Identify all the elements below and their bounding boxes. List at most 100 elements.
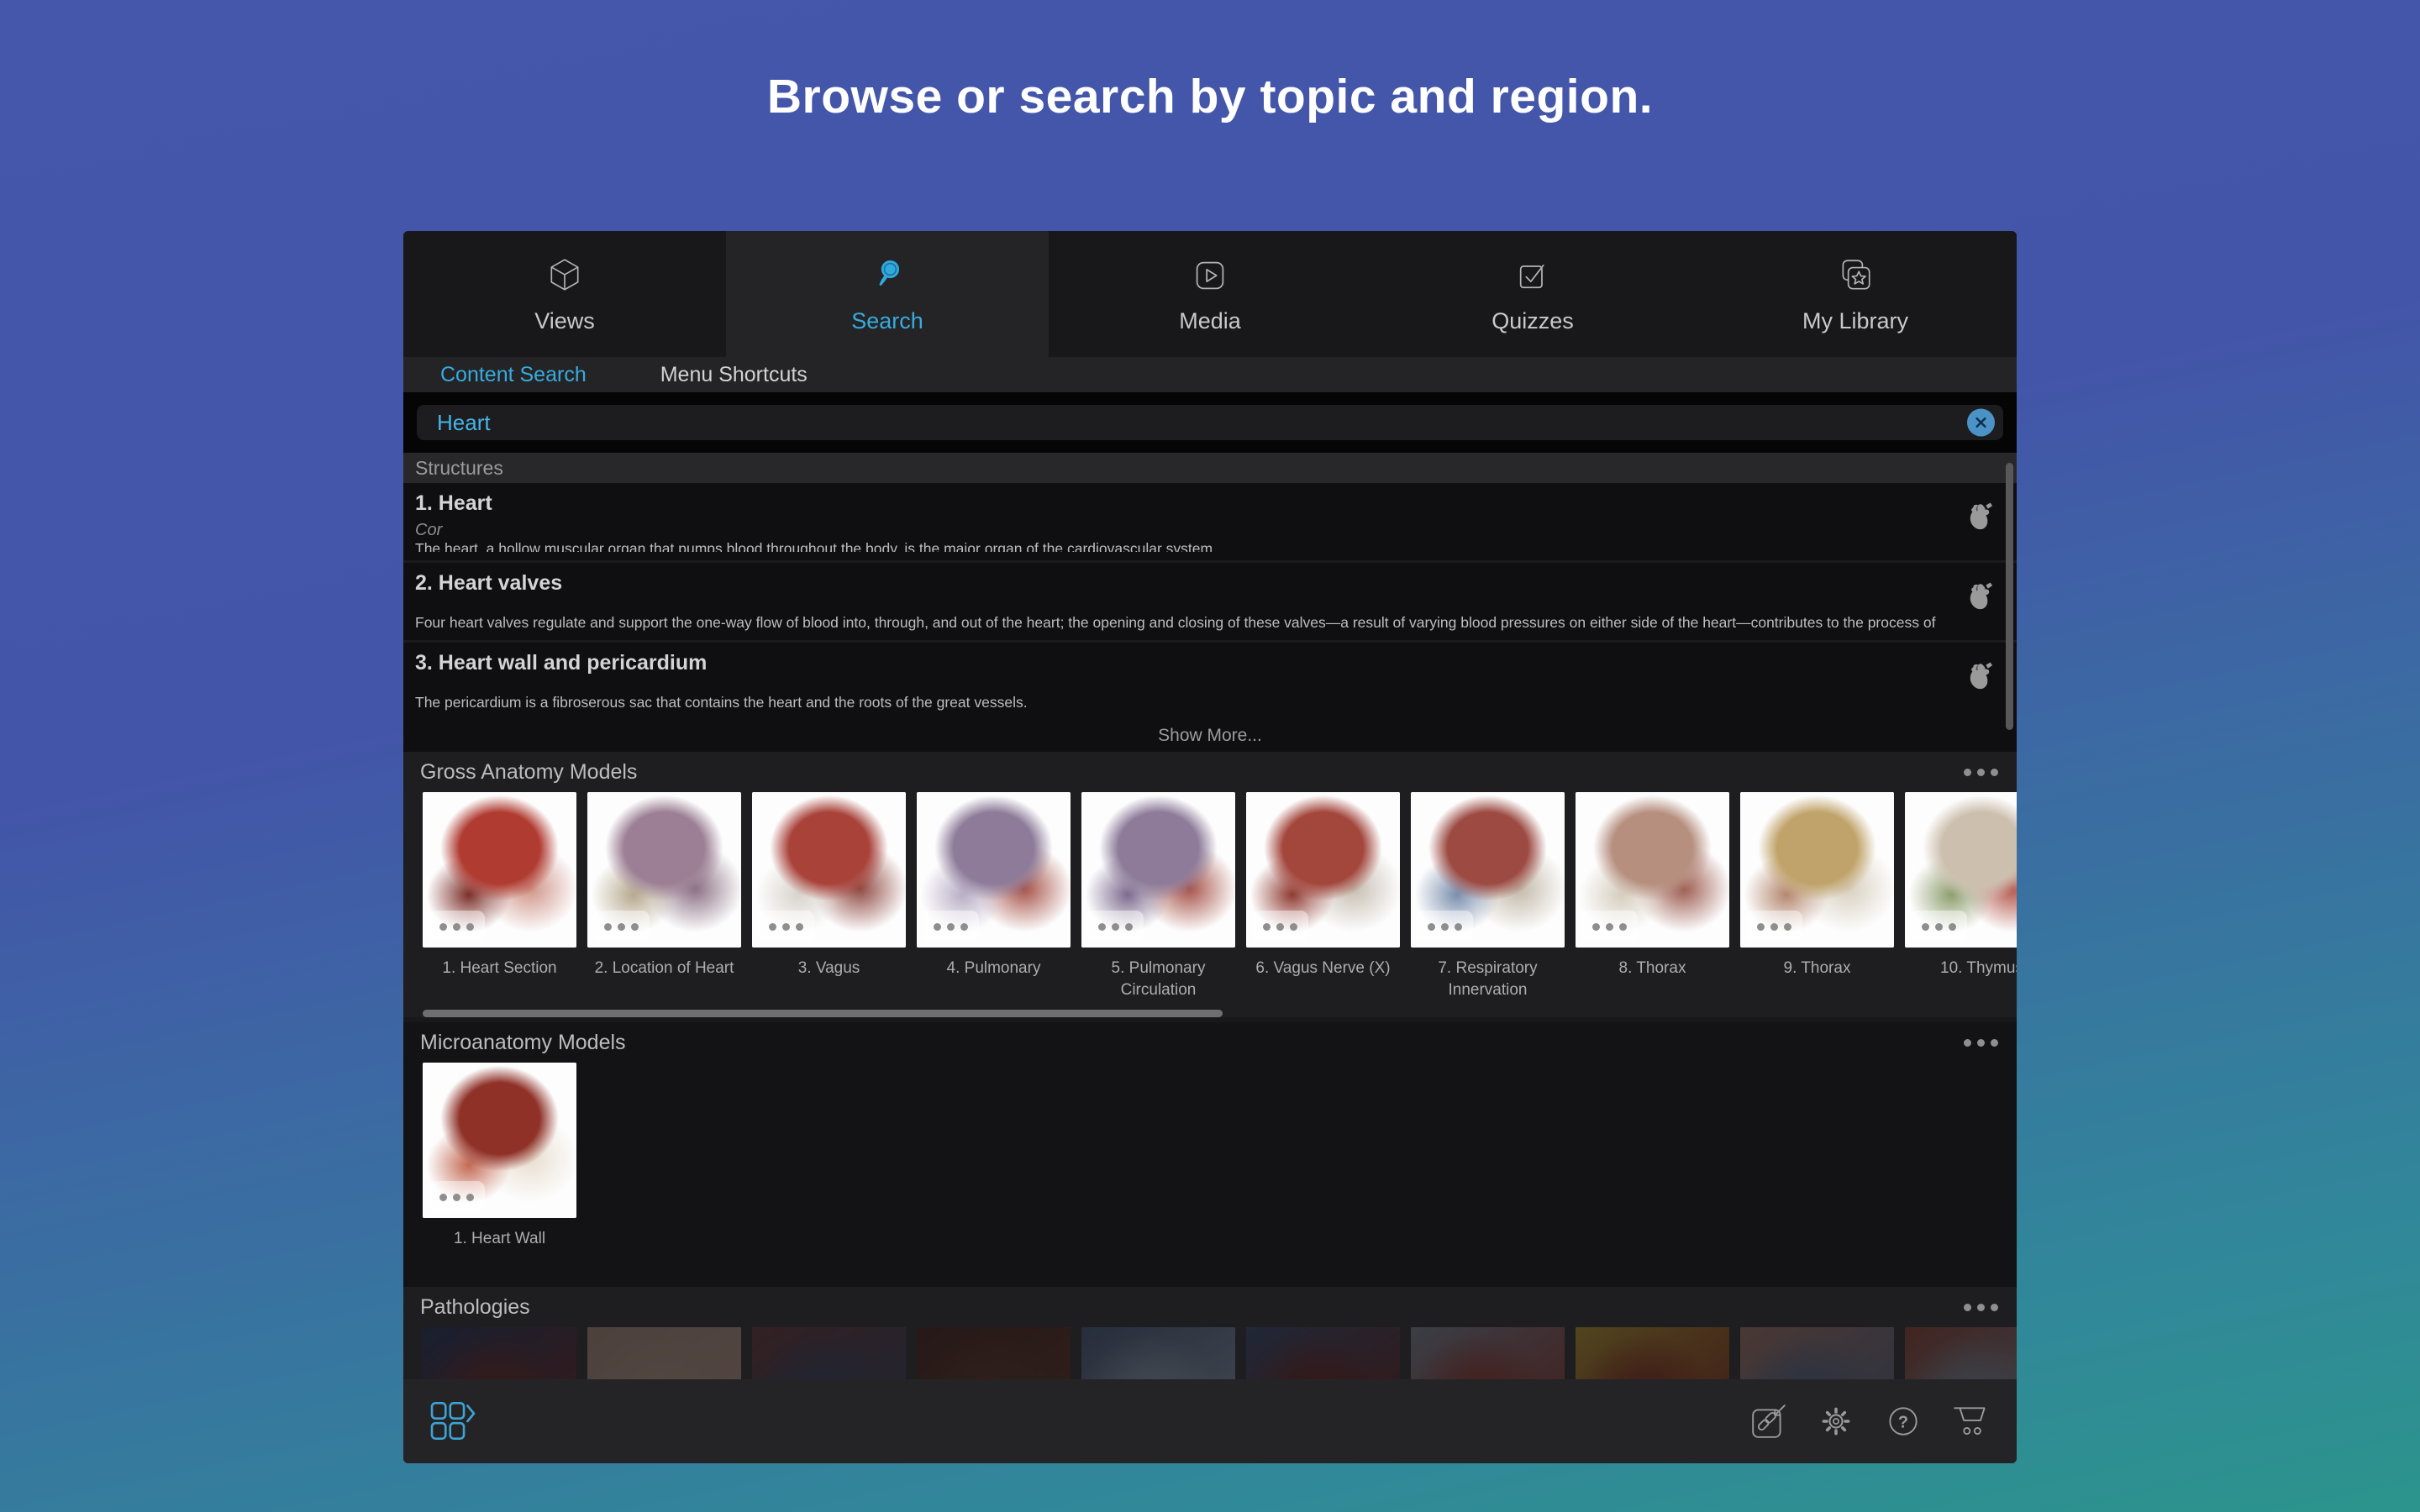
show-more-button[interactable]: Show More... [403, 720, 2017, 752]
share-link-icon[interactable] [1749, 1402, 1788, 1441]
model-thumbnail [1081, 1327, 1235, 1379]
dot-icon [1112, 923, 1119, 931]
tab-label: My Library [1802, 308, 1908, 334]
model-card[interactable]: 9. Thorax [1740, 792, 1894, 1003]
model-card[interactable] [1081, 1327, 1235, 1379]
search-query-text: Heart [437, 410, 491, 436]
microanatomy-header: Microanatomy Models [403, 1022, 2017, 1063]
model-thumbnail [1905, 1327, 2017, 1379]
card-options-chip[interactable] [1910, 911, 1967, 942]
quiz-check-icon [1514, 254, 1551, 297]
heart-organ-icon [1961, 501, 2000, 543]
model-card-label: 9. Thorax [1733, 958, 1902, 1003]
heart-organ-icon [1961, 580, 2000, 623]
dot-icon [947, 923, 955, 931]
tab-my-library[interactable]: My Library [1694, 231, 2017, 357]
structure-result-row[interactable]: 1. HeartCorThe heart, a hollow muscular … [403, 483, 2017, 560]
structures-header: Structures [403, 453, 2017, 483]
pathology-strip [403, 1327, 2017, 1379]
card-options-chip[interactable] [1416, 911, 1473, 942]
tab-search[interactable]: Search [726, 231, 1049, 357]
ellipsis-menu-icon[interactable] [1962, 1034, 2000, 1052]
model-card[interactable]: 4. Pulmonary [917, 792, 1071, 1003]
model-card[interactable] [917, 1327, 1071, 1379]
structure-title: 3. Heart wall and pericardium [415, 651, 1936, 675]
model-thumbnail [423, 1327, 576, 1379]
structure-description: The pericardium is a fibroserous sac tha… [415, 694, 1936, 711]
model-card[interactable] [1411, 1327, 1565, 1379]
model-card[interactable] [1740, 1327, 1894, 1379]
model-card[interactable] [1905, 1327, 2017, 1379]
dot-icon [1619, 923, 1627, 931]
anatomy-render [423, 1327, 576, 1379]
search-input[interactable]: Heart [417, 405, 2003, 440]
structure-result-row[interactable]: 2. Heart valvesFour heart valves regulat… [403, 563, 2017, 640]
anatomy-render [1740, 1327, 1894, 1379]
heart-organ-icon [1961, 660, 2000, 703]
card-options-chip[interactable] [1086, 911, 1144, 942]
tab-views[interactable]: Views [403, 231, 726, 357]
ellipsis-menu-icon[interactable] [1962, 1299, 2000, 1316]
dot-icon [439, 1194, 447, 1201]
card-options-chip[interactable] [1251, 911, 1308, 942]
model-card[interactable]: 10. Thymus [1905, 792, 2017, 1003]
dot-icon [453, 923, 460, 931]
tab-media[interactable]: Media [1049, 231, 1371, 357]
model-thumbnail [1905, 792, 2017, 948]
tab-menu-shortcuts[interactable]: Menu Shortcuts [660, 363, 808, 387]
dot-icon [1592, 923, 1600, 931]
model-card[interactable]: 5. Pulmonary Circulation [1081, 792, 1235, 1003]
model-card[interactable]: 2. Location of Heart [587, 792, 741, 1003]
model-card[interactable]: 3. Vagus [752, 792, 906, 1003]
structure-title: 1. Heart [415, 491, 1936, 516]
card-options-chip[interactable] [1745, 911, 1802, 942]
model-card[interactable] [752, 1327, 906, 1379]
tab-quizzes[interactable]: Quizzes [1371, 231, 1694, 357]
dot-icon [1276, 923, 1284, 931]
model-card[interactable]: 8. Thorax [1576, 792, 1729, 1003]
card-options-chip[interactable] [428, 911, 485, 942]
grid-expand-icon[interactable] [429, 1400, 477, 1442]
tab-content-search[interactable]: Content Search [440, 363, 587, 387]
section-title: Gross Anatomy Models [420, 760, 637, 785]
dot-icon [1125, 923, 1133, 931]
model-card-label: 1. Heart Section [415, 958, 584, 1003]
model-card[interactable] [1246, 1327, 1400, 1379]
model-card-label: 8. Thorax [1568, 958, 1737, 1003]
clear-x-icon [1974, 416, 1988, 430]
toolbar-right-icons: ? [1749, 1402, 1991, 1441]
card-options-chip[interactable] [592, 911, 650, 942]
tab-label: Media [1179, 308, 1241, 334]
vertical-scrollbar[interactable] [2006, 463, 2013, 730]
model-card[interactable] [587, 1327, 741, 1379]
settings-gear-icon[interactable] [1817, 1402, 1855, 1441]
model-card[interactable]: 1. Heart Section [423, 792, 576, 1003]
bottom-toolbar: ? [403, 1379, 2017, 1463]
model-thumbnail [1246, 792, 1400, 948]
model-thumbnail [587, 1327, 741, 1379]
tab-label: Views [534, 308, 595, 334]
card-options-chip[interactable] [922, 911, 979, 942]
model-card[interactable] [423, 1327, 576, 1379]
dot-icon [453, 1194, 460, 1201]
card-options-chip[interactable] [757, 911, 814, 942]
help-icon[interactable]: ? [1884, 1402, 1923, 1441]
card-options-chip[interactable] [1581, 911, 1638, 942]
structure-result-row[interactable]: 3. Heart wall and pericardium The pericar… [403, 643, 2017, 720]
card-options-chip[interactable] [428, 1181, 485, 1213]
anatomy-render [587, 1327, 741, 1379]
anatomy-render [917, 1327, 1071, 1379]
ellipsis-menu-icon[interactable] [1962, 764, 2000, 781]
search-bar-row: Heart [403, 392, 2017, 453]
clear-search-button[interactable] [1967, 409, 1995, 437]
library-star-icon [1836, 254, 1875, 297]
cart-icon[interactable] [1951, 1402, 1991, 1441]
model-thumbnail [587, 792, 741, 948]
model-card[interactable]: 1. Heart Wall [423, 1063, 576, 1273]
model-card-label: 7. Respiratory Innervation [1403, 958, 1572, 1003]
model-card[interactable]: 6. Vagus Nerve (X) [1246, 792, 1400, 1003]
horizontal-scrollbar[interactable] [423, 1010, 1223, 1017]
model-card[interactable]: 7. Respiratory Innervation [1411, 792, 1565, 1003]
model-card[interactable] [1576, 1327, 1729, 1379]
cube-icon [545, 254, 584, 297]
